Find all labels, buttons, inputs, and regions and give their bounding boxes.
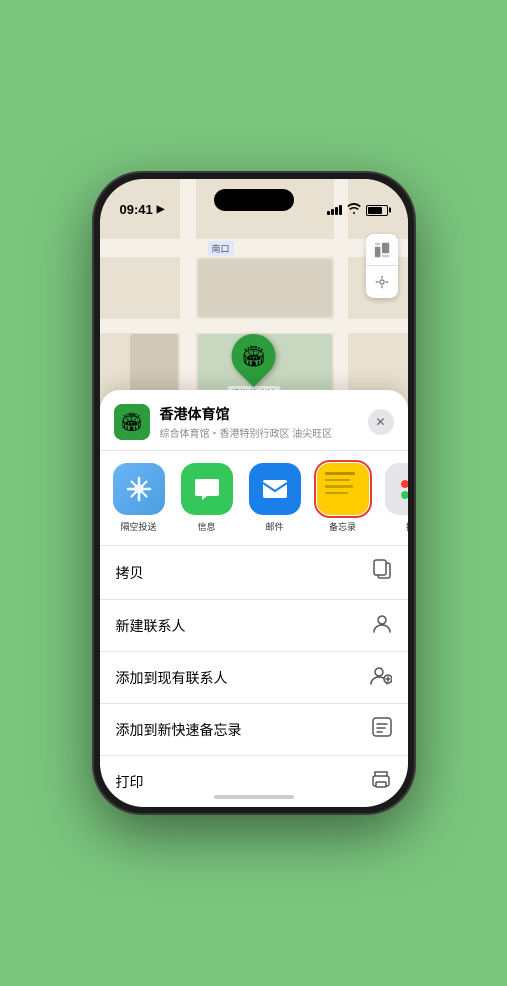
print-label: 打印 <box>116 772 144 792</box>
action-quick-note[interactable]: 添加到新快速备忘录 <box>100 704 408 756</box>
location-icon: ▶ <box>157 204 165 215</box>
map-view-button[interactable] <box>366 234 398 266</box>
sheet-header: 🏟 香港体育馆 综合体育馆・香港特别行政区 油尖旺区 ✕ <box>100 390 408 451</box>
dynamic-island <box>214 189 294 211</box>
wifi-icon <box>347 203 361 217</box>
messages-label: 信息 <box>197 520 215 533</box>
venue-icon: 🏟 <box>114 404 150 440</box>
copy-label: 拷贝 <box>116 563 144 583</box>
action-add-existing[interactable]: 添加到现有联系人 <box>100 652 408 704</box>
close-button[interactable]: ✕ <box>368 409 394 435</box>
venue-subtitle: 综合体育馆・香港特别行政区 油尖旺区 <box>160 425 358 440</box>
messages-icon <box>181 463 233 515</box>
more-label: 提 <box>406 520 408 533</box>
mail-icon <box>249 463 301 515</box>
bottom-sheet: 🏟 香港体育馆 综合体育馆・香港特别行政区 油尖旺区 ✕ <box>100 390 408 807</box>
map-controls <box>366 234 398 298</box>
signal-bars <box>327 205 342 215</box>
location-button[interactable] <box>366 266 398 298</box>
phone-screen: 09:41 ▶ <box>100 179 408 807</box>
phone-frame: 09:41 ▶ <box>94 173 414 813</box>
airdrop-icon <box>113 463 165 515</box>
share-item-notes[interactable]: 备忘录 <box>314 463 372 533</box>
action-copy[interactable]: 拷贝 <box>100 546 408 600</box>
share-item-airdrop[interactable]: 隔空投送 <box>110 463 168 533</box>
status-icons <box>327 203 388 217</box>
quick-note-icon <box>372 717 392 742</box>
action-new-contact[interactable]: 新建联系人 <box>100 600 408 652</box>
print-icon <box>370 769 392 794</box>
share-row: 隔空投送 信息 <box>100 451 408 546</box>
map-entrance-label: 南口 <box>208 241 234 256</box>
share-item-messages[interactable]: 信息 <box>178 463 236 533</box>
add-existing-icon <box>370 665 392 690</box>
share-item-mail[interactable]: 邮件 <box>246 463 304 533</box>
new-contact-label: 新建联系人 <box>116 616 186 636</box>
status-time: 09:41 ▶ <box>120 202 165 217</box>
copy-icon <box>372 559 392 586</box>
more-icon <box>385 463 408 515</box>
battery-icon <box>366 205 388 216</box>
share-item-more[interactable]: 提 <box>382 463 408 533</box>
action-list: 拷贝 新建联系人 <box>100 546 408 807</box>
venue-name: 香港体育馆 <box>160 404 358 424</box>
home-indicator <box>214 795 294 799</box>
mail-label: 邮件 <box>265 520 283 533</box>
add-existing-label: 添加到现有联系人 <box>116 668 228 688</box>
new-contact-icon <box>372 613 392 638</box>
quick-note-label: 添加到新快速备忘录 <box>116 720 242 740</box>
action-print[interactable]: 打印 <box>100 756 408 807</box>
venue-info: 香港体育馆 综合体育馆・香港特别行政区 油尖旺区 <box>160 404 358 440</box>
notes-label: 备忘录 <box>329 520 356 533</box>
airdrop-label: 隔空投送 <box>120 520 156 533</box>
